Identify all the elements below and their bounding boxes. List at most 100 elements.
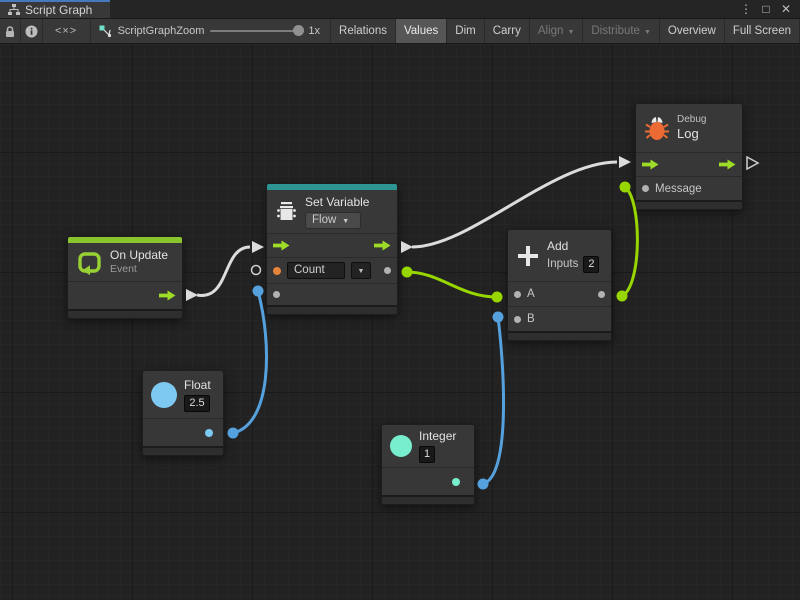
node-integer[interactable]: Integer 1 <box>381 424 475 505</box>
maximize-icon[interactable]: □ <box>758 2 774 16</box>
flow-output-port[interactable] <box>159 290 176 301</box>
node-title: On Update <box>110 248 168 263</box>
script-graph-icon <box>99 25 112 38</box>
node-float[interactable]: Float 2.5 <box>142 370 224 456</box>
integer-output-port[interactable] <box>452 478 460 486</box>
input-port-a[interactable] <box>514 291 521 298</box>
node-footer <box>382 495 474 504</box>
wire-flow-onupdate-setvariable[interactable] <box>197 247 250 295</box>
value-input-port[interactable] <box>273 291 280 298</box>
toolbar-button-distribute[interactable]: Distribute▼ <box>583 19 660 43</box>
sum-output-port[interactable] <box>598 291 605 298</box>
node-title: Float <box>184 378 211 393</box>
unconnected-flow-triangle[interactable] <box>747 157 758 169</box>
node-title: Log <box>677 126 706 142</box>
wire-value-float-setvariable[interactable] <box>233 291 267 433</box>
wire-endpoint <box>253 286 264 297</box>
node-debug-log[interactable]: Debug Log Message <box>635 103 743 210</box>
close-icon[interactable]: ✕ <box>778 2 794 16</box>
tab-script-graph[interactable]: Script Graph <box>0 0 110 18</box>
flow-output-port[interactable] <box>374 240 391 251</box>
toolbar-button-fullscreen[interactable]: Full Screen <box>725 19 800 43</box>
wire-value-setvariable-add[interactable] <box>407 272 497 297</box>
node-footer <box>143 446 223 455</box>
chevron-down-icon: ▼ <box>567 29 574 36</box>
message-input-port[interactable] <box>642 185 649 192</box>
node-title: Set Variable <box>305 195 369 210</box>
info-icon <box>25 25 38 38</box>
node-footer <box>68 309 182 318</box>
lock-button[interactable] <box>0 19 21 43</box>
chevron-down-icon: ▼ <box>358 264 365 279</box>
variable-name-select-button[interactable]: ▼ <box>351 262 371 279</box>
variable-name-select[interactable]: Count <box>287 262 345 279</box>
flow-output-port[interactable] <box>719 159 736 170</box>
zoom-slider-handle[interactable] <box>293 25 304 36</box>
float-output-port[interactable] <box>205 429 213 437</box>
plus-icon <box>516 244 540 268</box>
toolbar-button-overview[interactable]: Overview <box>660 19 725 43</box>
code-view-button[interactable]: <×> <box>43 19 91 43</box>
input-port-b[interactable] <box>514 316 521 323</box>
node-add[interactable]: Add Inputs 2 A B <box>507 229 612 341</box>
toolbar-button-dim[interactable]: Dim <box>447 19 484 43</box>
zoom-label: Zoom <box>176 25 204 37</box>
zoom-control: Zoom 1x <box>176 19 320 43</box>
zoom-value: 1x <box>308 25 320 37</box>
node-on-update[interactable]: On Update Event <box>67 236 183 319</box>
wire-value-integer-add[interactable] <box>483 317 504 484</box>
graph-asset-name: ScriptGraph <box>118 25 177 37</box>
toolbar-button-carry[interactable]: Carry <box>485 19 530 43</box>
chevron-down-icon: ▼ <box>342 214 349 229</box>
tab-title: Script Graph <box>25 3 92 17</box>
flow-input-port[interactable] <box>273 240 290 251</box>
toolbar-button-values[interactable]: Values <box>396 19 447 43</box>
integer-value-field[interactable]: 1 <box>419 446 435 463</box>
value-output-port[interactable] <box>384 267 391 274</box>
debug-bug-icon <box>644 115 670 142</box>
float-type-icon <box>151 382 177 408</box>
tab-bar: Script Graph ⋮ □ ✕ <box>0 0 800 19</box>
wire-endpoint <box>228 428 239 439</box>
wire-endpoint <box>478 479 489 490</box>
loop-event-icon <box>76 249 103 276</box>
node-title: Integer <box>419 429 456 444</box>
graph-hierarchy-icon <box>8 4 20 16</box>
wire-endpoint <box>493 312 504 323</box>
menu-icon[interactable]: ⋮ <box>738 2 754 16</box>
toolbar-button-relations[interactable]: Relations <box>331 19 396 43</box>
chevron-down-icon: ▼ <box>644 29 651 36</box>
flow-arrowhead <box>252 241 264 253</box>
port-a-label: A <box>527 288 535 300</box>
wire-endpoint <box>617 291 628 302</box>
variable-icon <box>275 200 298 223</box>
wire-endpoint <box>620 182 631 193</box>
flow-arrowhead <box>619 156 631 168</box>
message-label: Message <box>655 183 702 195</box>
flow-input-port[interactable] <box>642 159 659 170</box>
graph-asset-label: ScriptGraph <box>99 19 177 43</box>
code-icon: <×> <box>55 25 77 37</box>
script-graph-window: Script Graph ⋮ □ ✕ <×> <box>0 0 800 600</box>
wire-endpoint <box>402 267 413 278</box>
info-button[interactable] <box>21 19 42 43</box>
inputs-count-field[interactable]: 2 <box>583 256 599 273</box>
node-title: Add <box>547 239 599 254</box>
node-subtitle: Event <box>110 263 168 276</box>
wire-endpoint <box>492 292 503 303</box>
graph-canvas[interactable]: On Update Event <box>0 44 800 600</box>
variable-name-port[interactable] <box>273 267 281 275</box>
zoom-slider[interactable] <box>210 30 302 32</box>
node-category: Debug <box>677 114 706 126</box>
unconnected-port-circle[interactable] <box>252 266 261 275</box>
toolbar: <×> ScriptGraph Zoom 1x Relations Values… <box>0 19 800 44</box>
variable-kind-dropdown[interactable]: Flow ▼ <box>305 212 361 229</box>
toolbar-buttons: Relations Values Dim Carry Align▼ Distri… <box>330 19 800 43</box>
toolbar-button-align[interactable]: Align▼ <box>530 19 584 43</box>
node-footer <box>636 200 742 209</box>
node-set-variable[interactable]: Set Variable Flow ▼ Count <box>266 183 398 315</box>
integer-type-icon <box>390 435 412 457</box>
node-footer <box>508 331 611 340</box>
window-controls: ⋮ □ ✕ <box>738 0 800 18</box>
float-value-field[interactable]: 2.5 <box>184 395 210 412</box>
